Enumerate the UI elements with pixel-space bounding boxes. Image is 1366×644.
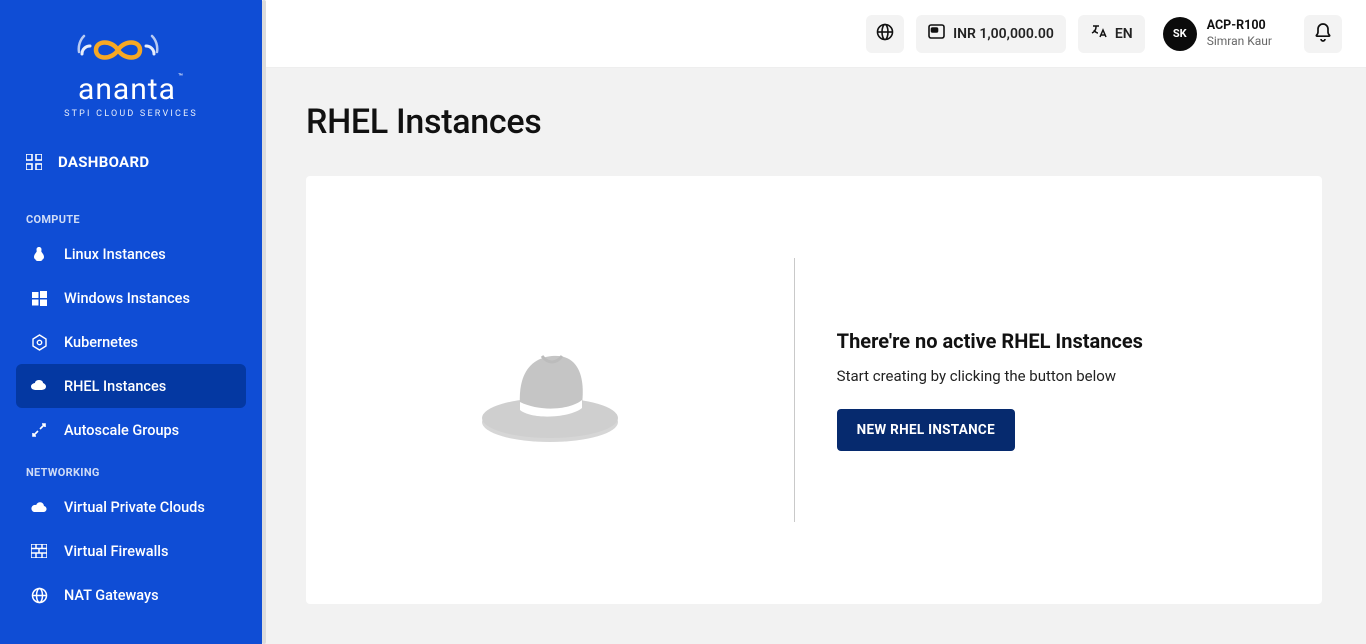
topbar: INR 1,00,000.00 EN SK ACP-R100 Simran Ka…	[262, 0, 1366, 68]
content: RHEL Instances There're no active RHEL I…	[262, 68, 1366, 638]
language-text: EN	[1115, 26, 1133, 42]
balance-text: INR 1,00,000.00	[953, 26, 1054, 42]
empty-state-card: There're no active RHEL Instances Start …	[306, 176, 1322, 604]
account-id: ACP-R100	[1207, 18, 1272, 34]
autoscale-icon	[30, 421, 48, 439]
sidebar-item-windows-instances[interactable]: Windows Instances	[16, 276, 246, 320]
nav-label: Linux Instances	[64, 246, 166, 263]
dashboard-icon	[26, 154, 42, 170]
new-rhel-instance-button[interactable]: NEW RHEL INSTANCE	[837, 409, 1015, 451]
fedora-hat-icon	[470, 330, 630, 450]
user-menu[interactable]: SK ACP-R100 Simran Kaur	[1157, 17, 1278, 51]
sidebar-item-linux-instances[interactable]: Linux Instances	[16, 232, 246, 276]
bell-icon	[1314, 22, 1332, 46]
sidebar-item-nat-gateways[interactable]: NAT Gateways	[16, 573, 246, 617]
nav-label: Kubernetes	[64, 334, 138, 351]
windows-icon	[30, 289, 48, 307]
empty-title: There're no active RHEL Instances	[837, 329, 1322, 353]
empty-text-column: There're no active RHEL Instances Start …	[795, 329, 1322, 451]
translate-icon	[1090, 23, 1107, 44]
infinity-cloud-icon	[76, 26, 186, 74]
sidebar-item-autoscale-groups[interactable]: Autoscale Groups	[16, 408, 246, 452]
sidebar: ananta™ STPI CLOUD SERVICES DASHBOARD CO…	[0, 0, 262, 644]
sidebar-item-rhel-instances[interactable]: RHEL Instances	[16, 364, 246, 408]
sidebar-item-dashboard[interactable]: DASHBOARD	[16, 137, 246, 189]
user-meta: ACP-R100 Simran Kaur	[1207, 18, 1272, 49]
globe-icon	[876, 23, 894, 45]
wallet-icon	[928, 24, 945, 43]
avatar: SK	[1163, 17, 1197, 51]
language-chip[interactable]: EN	[1078, 15, 1145, 53]
linux-icon	[30, 245, 48, 263]
nav-label: RHEL Instances	[64, 378, 166, 395]
page-title: RHEL Instances	[306, 102, 1322, 142]
brand-tagline: STPI CLOUD SERVICES	[0, 109, 262, 119]
sidebar-item-kubernetes[interactable]: Kubernetes	[16, 320, 246, 364]
empty-subtitle: Start creating by clicking the button be…	[837, 367, 1322, 385]
nav-label: Autoscale Groups	[64, 422, 179, 439]
dashboard-label: DASHBOARD	[58, 153, 149, 171]
sidebar-nav: COMPUTE Linux Instances Windows Instance…	[0, 189, 262, 617]
username: Simran Kaur	[1207, 34, 1272, 49]
nav-label: Virtual Private Clouds	[64, 499, 205, 516]
nav-label: Windows Instances	[64, 290, 190, 307]
trademark: ™	[178, 72, 184, 81]
cloud-icon	[30, 498, 48, 516]
section-compute-label: COMPUTE	[16, 199, 246, 232]
firewall-icon	[30, 542, 48, 560]
sidebar-item-virtual-firewalls[interactable]: Virtual Firewalls	[16, 529, 246, 573]
main: INR 1,00,000.00 EN SK ACP-R100 Simran Ka…	[262, 0, 1366, 644]
notifications-button[interactable]	[1304, 15, 1342, 53]
illustration-column	[306, 330, 794, 450]
nav-label: Virtual Firewalls	[64, 543, 168, 560]
balance-chip[interactable]: INR 1,00,000.00	[916, 15, 1066, 53]
globe-button[interactable]	[866, 15, 904, 53]
nat-icon	[30, 586, 48, 604]
nav-label: NAT Gateways	[64, 587, 159, 604]
rhel-icon	[30, 377, 48, 395]
brand-name: ananta	[78, 72, 176, 107]
brand-logo: ananta™ STPI CLOUD SERVICES	[0, 0, 262, 137]
kubernetes-icon	[30, 333, 48, 351]
sidebar-item-vpc[interactable]: Virtual Private Clouds	[16, 485, 246, 529]
section-networking-label: NETWORKING	[16, 452, 246, 485]
